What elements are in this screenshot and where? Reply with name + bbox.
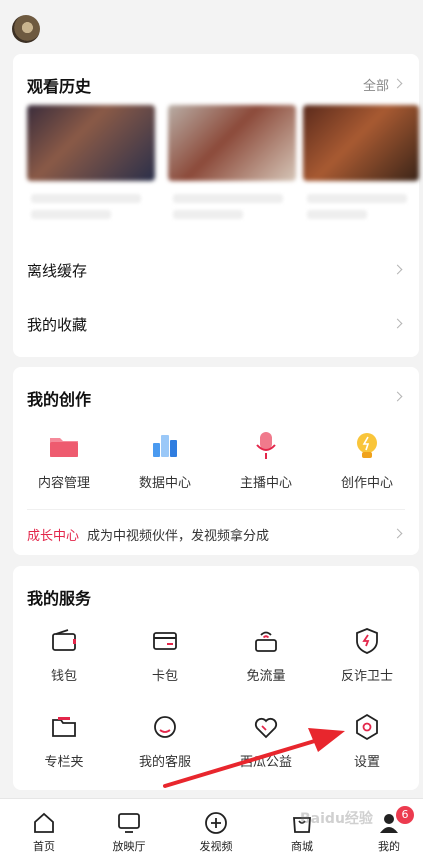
history-caption [307,210,367,219]
nav-post-video-label: 发视频 [199,840,233,853]
history-caption [307,194,407,203]
column-folder-button[interactable]: 专栏夹 [14,712,114,770]
history-thumbnail[interactable] [303,105,419,181]
free-data-button[interactable]: 免流量 [216,626,316,684]
data-center-button[interactable]: 数据中心 [115,429,215,491]
column-folder-label: 专栏夹 [44,755,84,770]
history-caption [31,210,111,219]
anchor-center-label: 主播中心 [239,476,292,491]
chevron-right-icon [392,264,403,275]
view-all-link[interactable]: 全部 [363,75,389,94]
content-management-label: 内容管理 [37,476,90,491]
card-holder-label: 卡包 [151,669,178,684]
chevron-right-icon [392,318,403,329]
top-bar [0,0,423,52]
tv-icon [117,811,141,835]
growth-center-label: 成长中心 [27,529,80,544]
heart-icon [251,712,281,742]
shield-icon [352,626,382,656]
history-thumbnail[interactable] [168,105,296,181]
folder-icon [47,429,81,463]
nav-home-label: 首页 [33,840,55,853]
wallet-icon [49,626,79,656]
divider [27,509,405,510]
growth-center-row[interactable]: 成长中心 成为中视频伙伴，发视频拿分成 [27,525,269,544]
my-services-title: 我的服务 [27,589,92,608]
wallet-button[interactable]: 钱包 [14,626,114,684]
customer-service-button[interactable]: 我的客服 [115,712,215,770]
nav-post-video[interactable]: 发视频 [181,811,251,854]
wifi-router-icon [251,626,281,656]
content-management-button[interactable]: 内容管理 [14,429,114,491]
nav-mall-label: 商城 [291,840,313,853]
card-icon [150,626,180,656]
my-creation-title: 我的创作 [27,390,92,409]
creator-center-button[interactable]: 创作中心 [317,429,417,491]
anchor-center-button[interactable]: 主播中心 [216,429,316,491]
anti-fraud-button[interactable]: 反诈卫士 [317,626,417,684]
charity-button[interactable]: 西瓜公益 [216,712,316,770]
history-caption [173,194,283,203]
settings-button[interactable]: 设置 [317,712,417,770]
watch-history-card: 观看历史 全部 离线缓存 我的收藏 [13,54,419,357]
nav-theater[interactable]: 放映厅 [94,811,164,854]
customer-service-label: 我的客服 [138,755,191,770]
nav-mine-label: 我的 [378,840,400,853]
gear-icon [352,712,382,742]
history-caption [31,194,141,203]
lightbulb-icon [350,429,384,463]
plus-circle-icon [204,811,228,835]
wallet-label: 钱包 [50,669,77,684]
microphone-icon [249,429,283,463]
notification-badge: 6 [396,806,414,824]
settings-label: 设置 [353,755,380,770]
home-icon [32,811,56,835]
data-center-label: 数据中心 [138,476,191,491]
chevron-right-icon [392,391,403,402]
free-data-label: 免流量 [246,669,286,684]
folder-outline-icon [49,712,79,742]
my-creation-card: 我的创作 内容管理 数据中心 主播中心 创作中心 成长中心 成为中视频伙伴，发视频… [13,367,419,555]
my-services-card: 我的服务 钱包 卡包 免流量 反诈卫士 专栏夹 我的客服 西瓜公益 设置 [13,566,419,790]
growth-center-text: 成为中视频伙伴，发视频拿分成 [87,529,270,544]
chevron-right-icon [392,528,403,539]
headset-icon [150,712,180,742]
history-caption [173,210,243,219]
anti-fraud-label: 反诈卫士 [340,669,393,684]
avatar[interactable] [12,15,40,43]
offline-cache-row[interactable]: 离线缓存 [27,260,87,281]
nav-home[interactable]: 首页 [9,811,79,854]
nav-theater-label: 放映厅 [112,840,146,853]
charity-label: 西瓜公益 [239,755,292,770]
chevron-right-icon [392,78,403,89]
watermark: Baidu经验 [300,811,373,827]
favorites-row[interactable]: 我的收藏 [27,314,87,335]
watch-history-title: 观看历史 [27,77,92,96]
data-chart-icon [148,429,182,463]
card-holder-button[interactable]: 卡包 [115,626,215,684]
creator-center-label: 创作中心 [340,476,393,491]
history-thumbnail[interactable] [27,105,155,181]
